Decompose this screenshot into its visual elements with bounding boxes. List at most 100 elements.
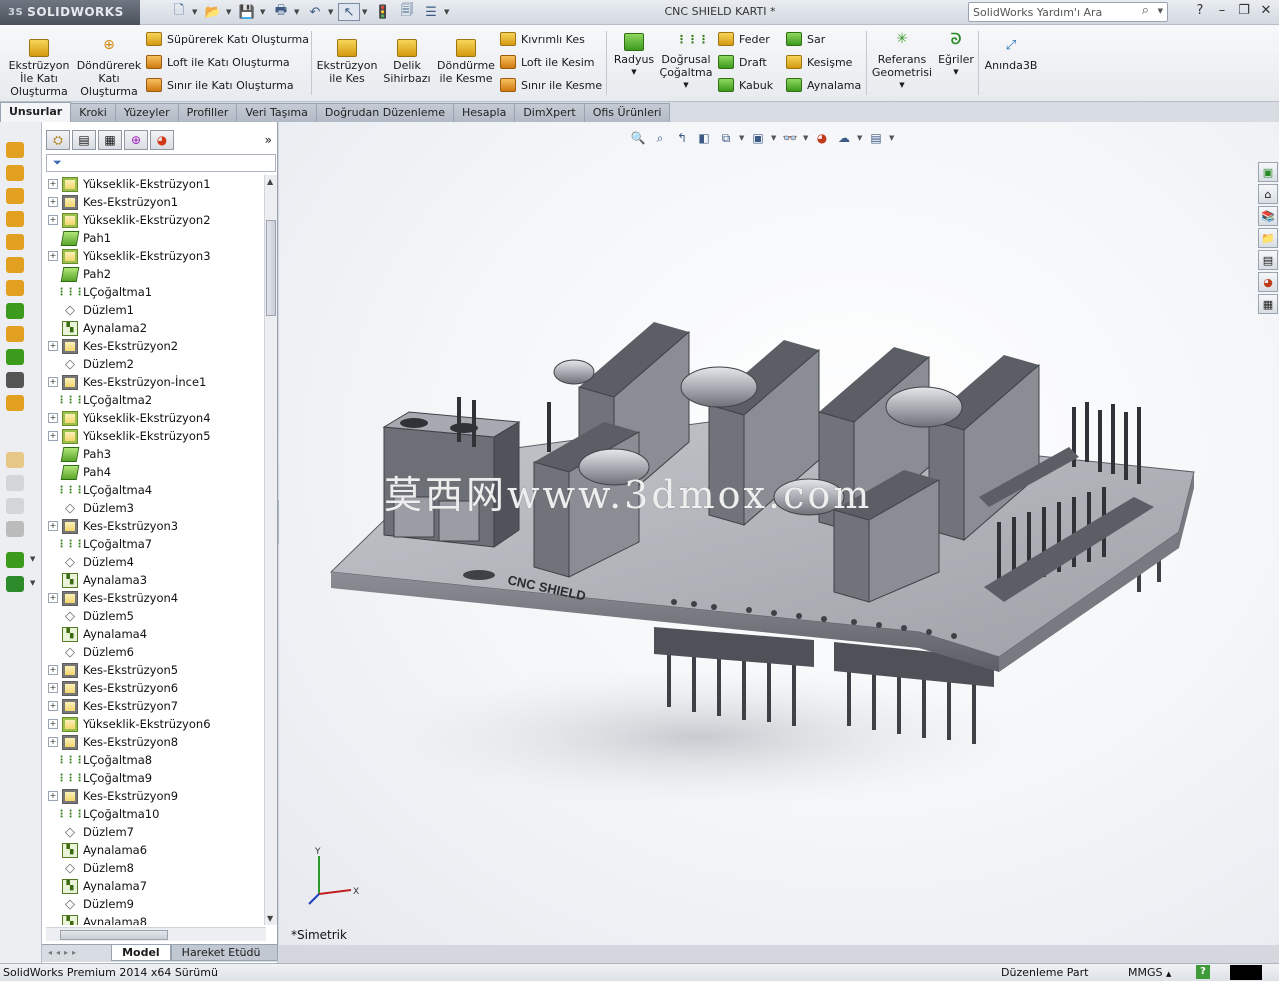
tree-item[interactable]: ⋮⋮⋮ LÇoğaltma2 — [42, 391, 264, 409]
expand-icon[interactable]: + — [48, 431, 58, 441]
rib-icon[interactable] — [6, 303, 24, 319]
extrude-icon[interactable] — [6, 142, 24, 158]
expand-icon[interactable]: + — [48, 215, 58, 225]
new-document-icon[interactable]: 🗋 — [168, 3, 190, 21]
fillet-icon[interactable] — [6, 475, 24, 491]
sweep-icon[interactable] — [6, 188, 24, 204]
print-icon[interactable]: 🖶 — [270, 3, 292, 21]
box-icon[interactable] — [6, 395, 24, 411]
tree-item[interactable]: + Kes-Ekstrüzyon2 — [42, 337, 264, 355]
save-dropdown[interactable]: ▼ — [260, 8, 268, 16]
tab-features[interactable]: Unsurlar — [0, 102, 72, 122]
expand-icon[interactable]: + — [48, 701, 58, 711]
tab-navigation-icons[interactable]: ◂◂▸▸ — [42, 945, 111, 961]
tree-item[interactable]: Pah3 — [42, 445, 264, 463]
rebuild-indicator[interactable] — [1230, 965, 1262, 980]
close-icon[interactable]: ✕ — [1257, 3, 1275, 18]
select-pointer-icon[interactable]: ↖ — [338, 3, 360, 21]
help-search-input[interactable]: SolidWorks Yardım'ı Ara ⌕ ▼ — [968, 2, 1168, 22]
tree-item[interactable]: ◇ Düzlem4 — [42, 553, 264, 571]
open-dropdown[interactable]: ▼ — [226, 8, 234, 16]
tab-8[interactable]: Ofis Ürünleri — [583, 103, 671, 122]
expand-icon[interactable]: + — [48, 179, 58, 189]
expand-icon[interactable]: + — [48, 197, 58, 207]
tree-item[interactable]: ▚ Aynalama2 — [42, 319, 264, 337]
fillet-dropdown[interactable]: ▼ — [610, 66, 658, 79]
reference-dropdown[interactable]: ▼ — [870, 79, 934, 92]
lofted-cut-button[interactable]: Loft ile Kesim — [500, 55, 594, 69]
tree-item[interactable]: + Yükseklik-Ekstrüzyon2 — [42, 211, 264, 229]
boundary-cut-button[interactable]: Sınır ile Kesme — [500, 78, 602, 92]
tree-item[interactable]: Pah4 — [42, 463, 264, 481]
hole-wizard-button[interactable]: Delik Sihirbazı — [380, 39, 434, 85]
display-manager-tab-icon[interactable]: ◕ — [150, 130, 174, 150]
open-folder-icon[interactable]: 📂 — [202, 3, 224, 21]
help-icon[interactable]: ? — [1191, 3, 1209, 18]
tree-item[interactable]: ◇ Düzlem1 — [42, 301, 264, 319]
expand-icon[interactable]: + — [48, 791, 58, 801]
curves-button[interactable]: ᘐ Eğriler ▼ — [936, 32, 976, 79]
tree-item[interactable]: + Kes-Ekstrüzyon6 — [42, 679, 264, 697]
search-icon[interactable]: ⌕ — [1142, 3, 1149, 18]
feature-manager-tab-icon[interactable]: ⛭ — [46, 130, 70, 150]
surface-icon[interactable] — [6, 280, 24, 296]
tab-7[interactable]: DimXpert — [514, 103, 585, 122]
tree-item[interactable]: + Kes-Ekstrüzyon4 — [42, 589, 264, 607]
tree-item[interactable]: ▚ Aynalama3 — [42, 571, 264, 589]
tree-item[interactable]: ⋮⋮⋮ LÇoğaltma7 — [42, 535, 264, 553]
tree-item[interactable]: ▚ Aynalama8 — [42, 913, 264, 925]
tree-item[interactable]: Pah1 — [42, 229, 264, 247]
units-dropdown-icon[interactable]: ▲ — [1166, 970, 1171, 978]
tab-6[interactable]: Hesapla — [453, 103, 516, 122]
shell-button[interactable]: Kabuk — [718, 78, 773, 92]
tree-item[interactable]: + Kes-Ekstrüzyon-İnce1 — [42, 373, 264, 391]
tree-item[interactable]: + Yükseklik-Ekstrüzyon1 — [42, 175, 264, 193]
expand-icon[interactable]: + — [48, 593, 58, 603]
tree-item[interactable]: + Kes-Ekstrüzyon5 — [42, 661, 264, 679]
curves-dropdown[interactable]: ▼ — [936, 66, 976, 79]
intersect-icon[interactable] — [6, 372, 24, 388]
model-tab[interactable]: Model — [111, 945, 171, 961]
intersect-button[interactable]: Kesişme — [786, 55, 852, 69]
revolved-cut-button[interactable]: Döndürme ile Kesme — [436, 39, 496, 85]
property-manager-tab-icon[interactable]: ▤ — [72, 130, 96, 150]
rib-button[interactable]: Feder — [718, 32, 770, 46]
dimxpert-manager-tab-icon[interactable]: ⊕ — [124, 130, 148, 150]
expand-icon[interactable]: + — [48, 377, 58, 387]
tree-item[interactable]: ◇ Düzlem5 — [42, 607, 264, 625]
revolve-boss-button[interactable]: ⊕ Döndürerek Katı Oluşturma — [74, 38, 144, 98]
wrap-icon[interactable] — [6, 452, 24, 468]
feature-icon[interactable] — [6, 257, 24, 273]
tree-item[interactable]: ◇ Düzlem8 — [42, 859, 264, 877]
lofted-boss-button[interactable]: Loft ile Katı Oluşturma — [146, 55, 290, 69]
extrude-boss-button[interactable]: Ekstrüzyon İle Katı Oluşturma — [4, 39, 74, 98]
options-list-icon[interactable]: ☰ — [420, 3, 442, 21]
model-cnc-shield[interactable]: CNC SHIELD Y X — [279, 122, 1279, 945]
scroll-thumb[interactable] — [266, 220, 276, 316]
tree-item[interactable]: ◇ Düzlem9 — [42, 895, 264, 913]
tree-item[interactable]: ⋮⋮⋮ LÇoğaltma4 — [42, 481, 264, 499]
tab-1[interactable]: Kroki — [70, 103, 116, 122]
tree-item[interactable]: ◇ Düzlem2 — [42, 355, 264, 373]
tree-item[interactable]: ▚ Aynalama4 — [42, 625, 264, 643]
expand-icon[interactable]: + — [48, 737, 58, 747]
tree-item[interactable]: ▚ Aynalama6 — [42, 841, 264, 859]
minimize-icon[interactable]: – — [1213, 3, 1231, 18]
expand-icon[interactable]: + — [48, 413, 58, 423]
reference-geometry-button[interactable]: ✳ Referans Geometrisi ▼ — [870, 32, 934, 92]
tree-item[interactable]: + Yükseklik-Ekstrüzyon6 — [42, 715, 264, 733]
search-dropdown-icon[interactable]: ▼ — [1158, 7, 1163, 15]
tree-item[interactable]: ⋮⋮⋮ LÇoğaltma8 — [42, 751, 264, 769]
hole-icon[interactable] — [6, 521, 24, 537]
boundary-boss-button[interactable]: Sınır ile Katı Oluşturma — [146, 78, 294, 92]
undo-dropdown[interactable]: ▼ — [328, 8, 336, 16]
expand-icon[interactable]: + — [48, 683, 58, 693]
scroll-up-icon[interactable]: ▲ — [267, 177, 273, 186]
rebuild-traffic-light-icon[interactable]: 🚦 — [372, 3, 394, 21]
tree-item[interactable]: ◇ Düzlem3 — [42, 499, 264, 517]
motion-study-tab[interactable]: Hareket Etüdü 1 — [170, 945, 278, 974]
wrap-button[interactable]: Sar — [786, 32, 825, 46]
expand-icon[interactable]: + — [48, 341, 58, 351]
chamfer-icon[interactable] — [6, 498, 24, 514]
dropdown-icon[interactable]: ▼ — [30, 579, 35, 587]
